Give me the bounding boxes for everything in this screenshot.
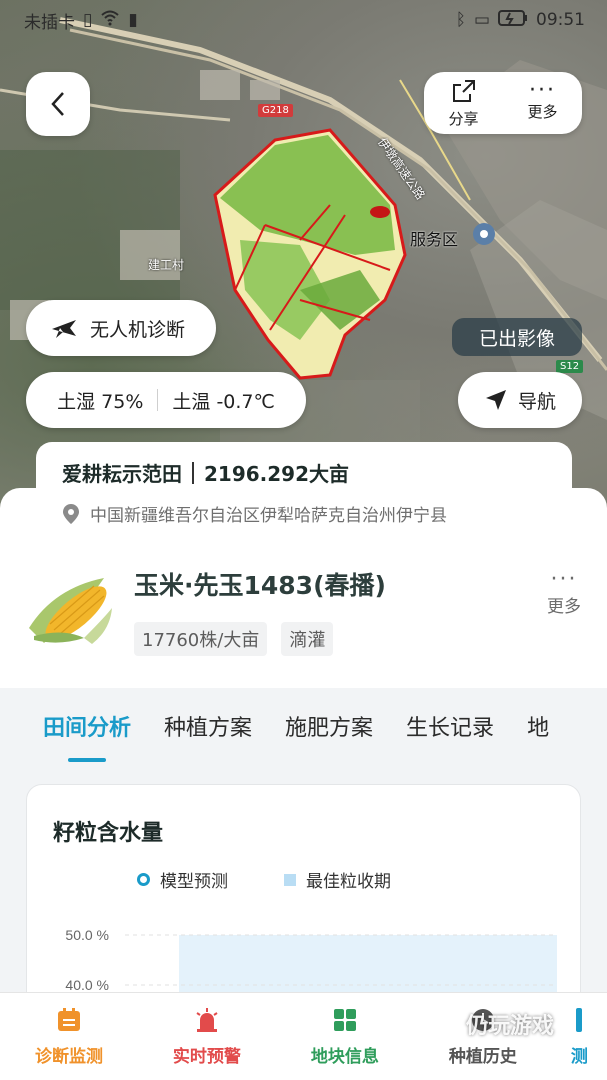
planting-density-tag: 17760株/大亩 [134, 622, 268, 656]
measure-icon [576, 1008, 583, 1032]
chart-title: 籽粒含水量 [53, 821, 164, 846]
farm-name: 爱耕耘示范田 [62, 462, 182, 486]
irrigation-tag: 滴灌 [281, 622, 334, 656]
village-label: 建工村 [148, 258, 185, 272]
soil-temperature: 土温 -0.7℃ [172, 390, 275, 413]
location-pin-icon [63, 503, 79, 524]
tab-growth-record[interactable]: 生长记录 [406, 688, 494, 764]
nav-diagnosis-monitor[interactable]: 诊断监测 [0, 993, 138, 1080]
more-dots-icon: ··· [550, 567, 578, 592]
top-actions: 分享 ··· 更多 [424, 72, 582, 134]
share-label: 分享 [448, 109, 479, 128]
section-tabs: 田间分析 种植方案 施肥方案 生长记录 地 [0, 688, 607, 764]
calendar-icon [57, 1008, 80, 1031]
soil-moisture: 土湿 75% [57, 390, 144, 413]
farm-address: 中国新疆维吾尔自治区伊犁哈萨克自治州伊宁县 [90, 506, 447, 526]
legend-label: 最佳粒收期 [306, 872, 391, 892]
more-label: 更多 [527, 102, 558, 121]
watermark-text: 仍玩游戏 [466, 1014, 555, 1039]
service-area-label: 服务区 [410, 230, 459, 249]
nav-label: 种植历史 [448, 1047, 517, 1067]
nav-label: 诊断监测 [34, 1047, 103, 1067]
y-tick-label: 50.0 % [65, 927, 109, 943]
share-icon [452, 79, 475, 102]
carrier-text: 未插卡 [24, 12, 75, 33]
nav-label: 测 [570, 1047, 588, 1067]
crop-info: 玉米·先玉1483(春播) 17760株/大亩 滴灌 ··· 更多 [0, 560, 607, 680]
road-label-s12: S12 [556, 360, 584, 373]
nav-measure[interactable]: 测 [552, 993, 607, 1080]
nav-label: 实时预警 [172, 1047, 241, 1067]
chart-legend: 模型预测 最佳粒收期 [137, 867, 391, 892]
legend-marker [137, 873, 150, 886]
legend-best-harvest[interactable]: 最佳粒收期 [284, 867, 391, 892]
tab-fertilization-plan[interactable]: 施肥方案 [285, 688, 373, 764]
navigate-button[interactable]: 导航 [458, 372, 582, 428]
navigation-arrow-icon [485, 390, 506, 410]
battery-saver-icon: ▮ [128, 10, 138, 30]
share-button[interactable]: 分享 [424, 72, 503, 134]
navigate-label: 导航 [517, 390, 556, 413]
battery-icon [498, 9, 528, 31]
plane-icon [52, 320, 76, 338]
nav-realtime-alert[interactable]: 实时预警 [138, 993, 276, 1080]
back-button[interactable] [26, 72, 90, 136]
sim-icon: ▯ [83, 10, 93, 30]
wifi-icon [100, 10, 120, 31]
farm-address-row: 中国新疆维吾尔自治区伊犁哈萨克自治州伊宁县 [62, 501, 546, 526]
crop-more-label: 更多 [547, 597, 581, 617]
crop-name: 玉米·先玉1483(春播) [134, 571, 386, 600]
watermark-logo-icon [430, 1009, 460, 1039]
farm-title-row: 爱耕耘示范田 2196.292大亩 [62, 458, 546, 487]
tab-field-analysis[interactable]: 田间分析 [43, 688, 131, 764]
bluetooth-icon: ᛒ [455, 10, 466, 30]
clock-text: 09:51 [536, 10, 585, 30]
more-button[interactable]: ··· 更多 [503, 72, 582, 134]
divider [157, 389, 159, 411]
more-dots-icon: ··· [529, 77, 556, 103]
legend-model-prediction[interactable]: 模型预测 [137, 867, 228, 892]
imaged-badge: 已出影像 [452, 318, 582, 356]
drone-diagnosis-button[interactable]: 无人机诊断 [26, 300, 216, 356]
y-tick-label: 40.0 % [65, 977, 109, 993]
legend-label: 模型预测 [160, 872, 228, 892]
road-label-g218: G218 [258, 104, 293, 117]
soil-info: 土湿 75% 土温 -0.7℃ [26, 372, 306, 428]
chevron-left-icon [51, 92, 64, 116]
crop-tags: 17760株/大亩 滴灌 [134, 622, 334, 656]
corn-image [29, 578, 112, 644]
farm-card: 爱耕耘示范田 2196.292大亩 中国新疆维吾尔自治区伊犁哈萨克自治州伊宁县 [36, 442, 572, 532]
nav-label: 地块信息 [310, 1047, 379, 1067]
vibrate-icon: ▭ [473, 10, 490, 30]
tab-plot[interactable]: 地 [527, 688, 549, 764]
tab-planting-plan[interactable]: 种植方案 [164, 688, 252, 764]
drone-diagnosis-label: 无人机诊断 [90, 318, 186, 341]
siren-icon [196, 1008, 218, 1032]
nav-plot-info[interactable]: 地块信息 [276, 993, 414, 1080]
farm-area: 2196.292大亩 [204, 462, 350, 486]
divider [192, 461, 194, 484]
status-bar: 未插卡 ▯ ▮ ᛒ ▭ 09:51 [0, 0, 607, 40]
legend-marker [284, 873, 296, 886]
field-polygon [213, 128, 407, 380]
watermark: 仍玩游戏 [430, 1008, 554, 1040]
grid-icon [333, 1009, 356, 1031]
crop-more-button[interactable]: ··· 更多 [547, 567, 581, 618]
